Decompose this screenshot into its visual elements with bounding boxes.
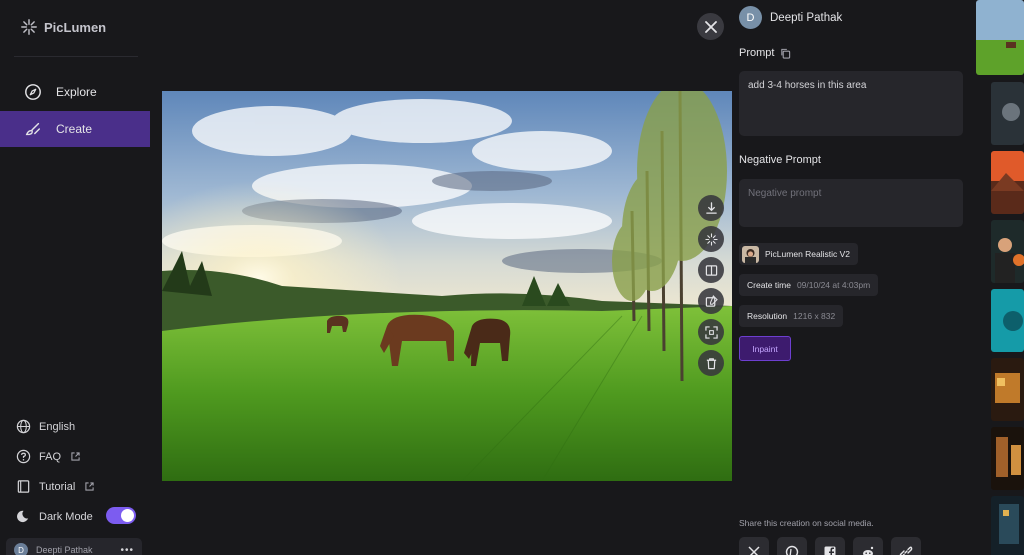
inpaint-button[interactable]: Inpaint	[739, 336, 791, 361]
history-thumbnail[interactable]	[991, 427, 1024, 490]
history-thumbnail[interactable]	[991, 289, 1024, 352]
facebook-icon	[824, 546, 836, 555]
x-icon	[748, 546, 760, 555]
download-button[interactable]	[698, 195, 724, 221]
sparkle-icon	[704, 232, 718, 246]
compare-button[interactable]	[698, 257, 724, 283]
details-panel: D Deepti Pathak Prompt add 3-4 horses in…	[739, 0, 965, 555]
history-thumbnail[interactable]	[991, 82, 1024, 145]
user-name: Deepti Pathak	[36, 545, 93, 555]
edit-image-icon	[705, 294, 718, 307]
user-menu[interactable]: D Deepti Pathak •••	[6, 538, 142, 555]
compare-icon	[705, 264, 717, 276]
nav-explore[interactable]: Explore	[0, 74, 150, 110]
history-thumbnail[interactable]	[991, 151, 1024, 214]
external-link-icon	[71, 452, 80, 461]
piclumen-logo-icon	[21, 19, 37, 35]
copy-link-button[interactable]	[891, 537, 921, 555]
model-name: PicLumen Realistic V2	[765, 249, 851, 259]
resolution-label: Resolution	[747, 311, 788, 321]
share-x-button[interactable]	[739, 537, 769, 555]
create-time-chip: Create time 09/10/24 at 4:03pm	[739, 274, 879, 296]
dark-mode-row: Dark Mode	[16, 509, 93, 524]
negative-prompt-label: Negative Prompt	[739, 154, 821, 166]
more-options-icon[interactable]: •••	[120, 545, 134, 555]
dark-mode-toggle[interactable]	[106, 507, 136, 524]
share-pinterest-button[interactable]	[777, 537, 807, 555]
faq-link[interactable]: FAQ	[16, 449, 80, 464]
avatar: D	[14, 543, 28, 555]
pinterest-icon	[785, 545, 799, 555]
create-time-value: 09/10/24 at 4:03pm	[796, 280, 871, 290]
app-logo[interactable]: PicLumen	[20, 18, 106, 36]
edit-image-button[interactable]	[698, 288, 724, 314]
horses-field-image	[162, 91, 732, 481]
sidebar-divider	[14, 56, 138, 57]
trash-icon	[706, 357, 716, 369]
help-icon	[16, 449, 31, 464]
language-label: English	[39, 420, 76, 433]
sidebar: PicLumen Explore Create English FAQ Tuto…	[0, 0, 150, 555]
share-facebook-button[interactable]	[815, 537, 845, 555]
create-time-label: Create time	[747, 280, 791, 290]
dark-mode-label: Dark Mode	[39, 510, 93, 523]
avatar: D	[739, 6, 762, 29]
author-name: Deepti Pathak	[770, 11, 843, 24]
tutorial-link[interactable]: Tutorial	[16, 479, 94, 494]
link-icon	[899, 546, 913, 555]
history-thumbnail[interactable]	[991, 496, 1024, 555]
generated-image	[162, 91, 732, 481]
moon-icon	[17, 510, 29, 523]
delete-button[interactable]	[698, 350, 724, 376]
book-icon	[17, 480, 30, 493]
nav-explore-label: Explore	[56, 85, 97, 99]
model-thumbnail	[742, 245, 759, 263]
compass-icon	[25, 84, 41, 100]
enhance-button[interactable]	[698, 226, 724, 252]
resolution-value: 1216 x 832	[793, 311, 836, 321]
external-link-icon	[85, 482, 94, 491]
model-chip: PicLumen Realistic V2	[739, 243, 859, 265]
copy-icon[interactable]	[780, 48, 791, 59]
faq-label: FAQ	[39, 450, 62, 463]
reddit-icon	[863, 546, 874, 555]
history-thumbnail[interactable]	[991, 358, 1024, 421]
close-icon	[704, 20, 717, 33]
expand-button[interactable]	[698, 319, 724, 345]
nav-create[interactable]: Create	[0, 111, 150, 147]
brush-icon	[25, 122, 41, 136]
download-icon	[705, 201, 717, 214]
history-thumbnail[interactable]	[976, 0, 1024, 75]
nav-create-label: Create	[56, 122, 93, 136]
author[interactable]: D Deepti Pathak	[739, 6, 842, 29]
history-thumbnail[interactable]	[991, 220, 1024, 283]
globe-icon	[16, 419, 31, 434]
expand-icon	[704, 325, 718, 339]
prompt-label: Prompt	[739, 47, 791, 59]
share-text: Share this creation on social media.	[739, 518, 874, 528]
prompt-label-text: Prompt	[739, 47, 775, 59]
resolution-chip: Resolution 1216 x 832	[739, 305, 844, 327]
app-name: PicLumen	[44, 19, 107, 35]
close-button[interactable]	[697, 13, 724, 40]
negative-prompt-text: Negative prompt	[739, 179, 963, 227]
tutorial-label: Tutorial	[39, 480, 76, 493]
share-reddit-button[interactable]	[853, 537, 883, 555]
language-selector[interactable]: English	[16, 419, 75, 434]
prompt-text: add 3-4 horses in this area	[739, 71, 963, 136]
